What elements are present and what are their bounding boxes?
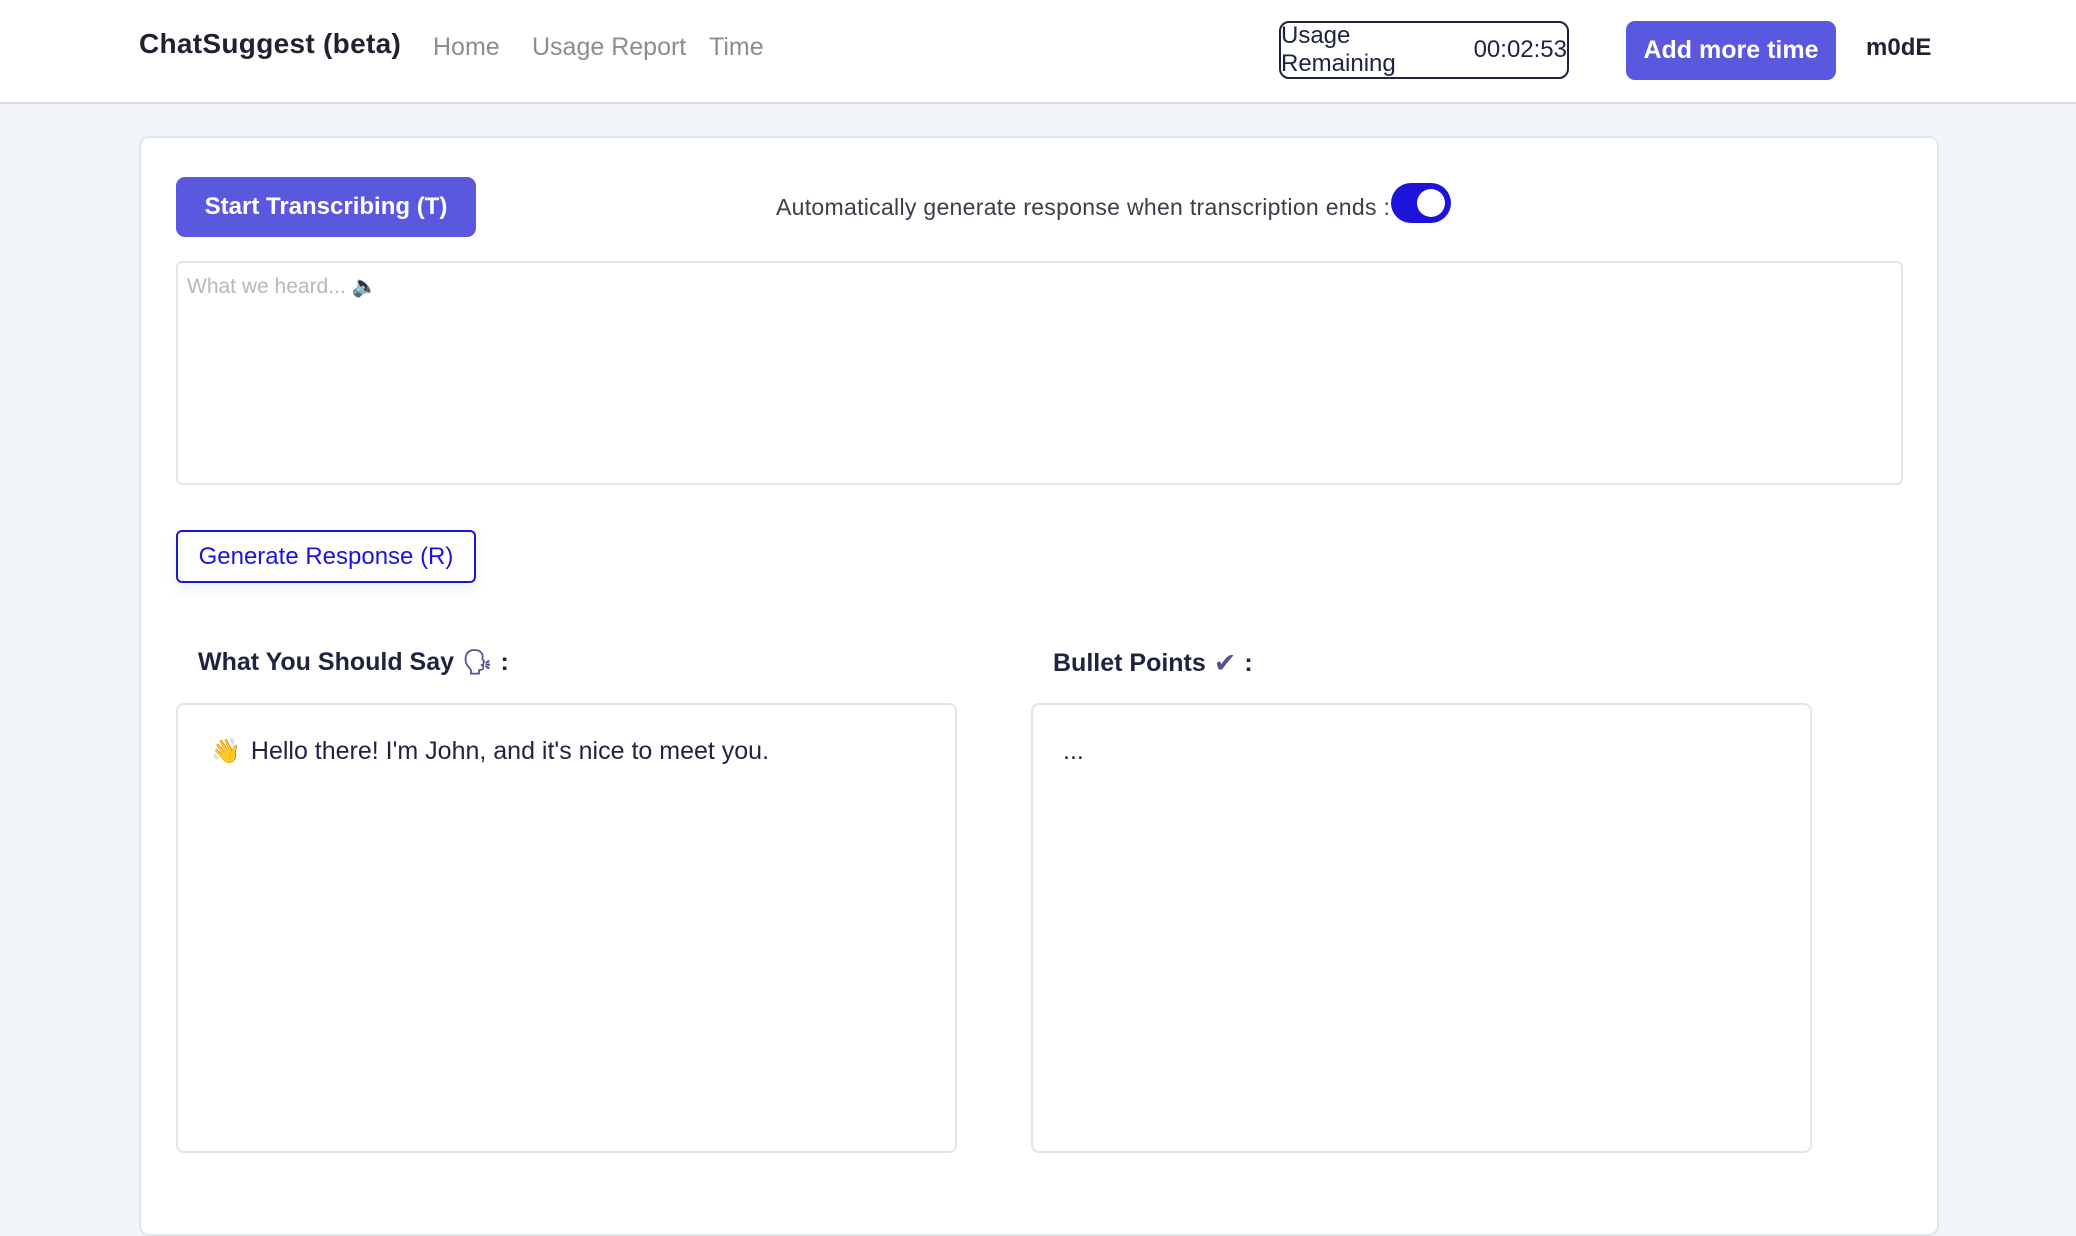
usage-remaining-label: Usage Remaining [1281, 22, 1396, 77]
nav-link-usage-report[interactable]: Usage Report [532, 33, 686, 62]
usage-remaining-value: 00:02:53 [1473, 36, 1567, 63]
auto-generate-label: Automatically generate response when tra… [776, 194, 1391, 220]
say-title-colon: : [500, 648, 509, 676]
bullets-title-colon: : [1244, 649, 1253, 677]
bullets-title-text: Bullet Points [1053, 649, 1206, 677]
bullet-points-panel[interactable]: ... [1031, 703, 1812, 1153]
check-mark-icon: ✔ [1213, 648, 1237, 678]
speaking-head-icon: 🗣 [462, 649, 493, 676]
waving-hand-icon: 👋 [211, 738, 241, 765]
say-response-text: Hello there! I'm John, and it's nice to … [250, 737, 770, 765]
toggle-knob [1417, 189, 1445, 217]
generate-response-button[interactable]: Generate Response (R) [176, 530, 476, 583]
navbar: ChatSuggest (beta) Home Usage Report Tim… [0, 0, 2076, 104]
what-you-should-say-panel[interactable]: 👋 Hello there! I'm John, and it's nice t… [176, 703, 957, 1153]
transcript-placeholder: What we heard... 🔈 [187, 275, 378, 298]
nav-link-home[interactable]: Home [433, 33, 500, 62]
bullet-points-heading: Bullet Points ✔ : [1053, 648, 1253, 679]
say-title-text: What You Should Say [198, 648, 455, 676]
what-you-should-say-heading: What You Should Say 🗣 : [198, 648, 509, 677]
add-more-time-button[interactable]: Add more time [1626, 21, 1836, 80]
user-menu[interactable]: m0dE [1866, 34, 1931, 62]
start-transcribing-button[interactable]: Start Transcribing (T) [176, 177, 476, 237]
nav-link-time[interactable]: Time [709, 33, 764, 62]
bullet-points-text: ... [1063, 737, 1084, 765]
usage-remaining-badge: Usage Remaining 00:02:53 [1279, 21, 1569, 79]
brand-title[interactable]: ChatSuggest (beta) [139, 28, 401, 60]
bullet-points-content: ... [1063, 737, 1084, 766]
say-response: 👋 Hello there! I'm John, and it's nice t… [211, 737, 769, 766]
transcript-textarea[interactable]: What we heard... 🔈 [176, 261, 1903, 485]
auto-generate-toggle[interactable] [1391, 183, 1451, 223]
